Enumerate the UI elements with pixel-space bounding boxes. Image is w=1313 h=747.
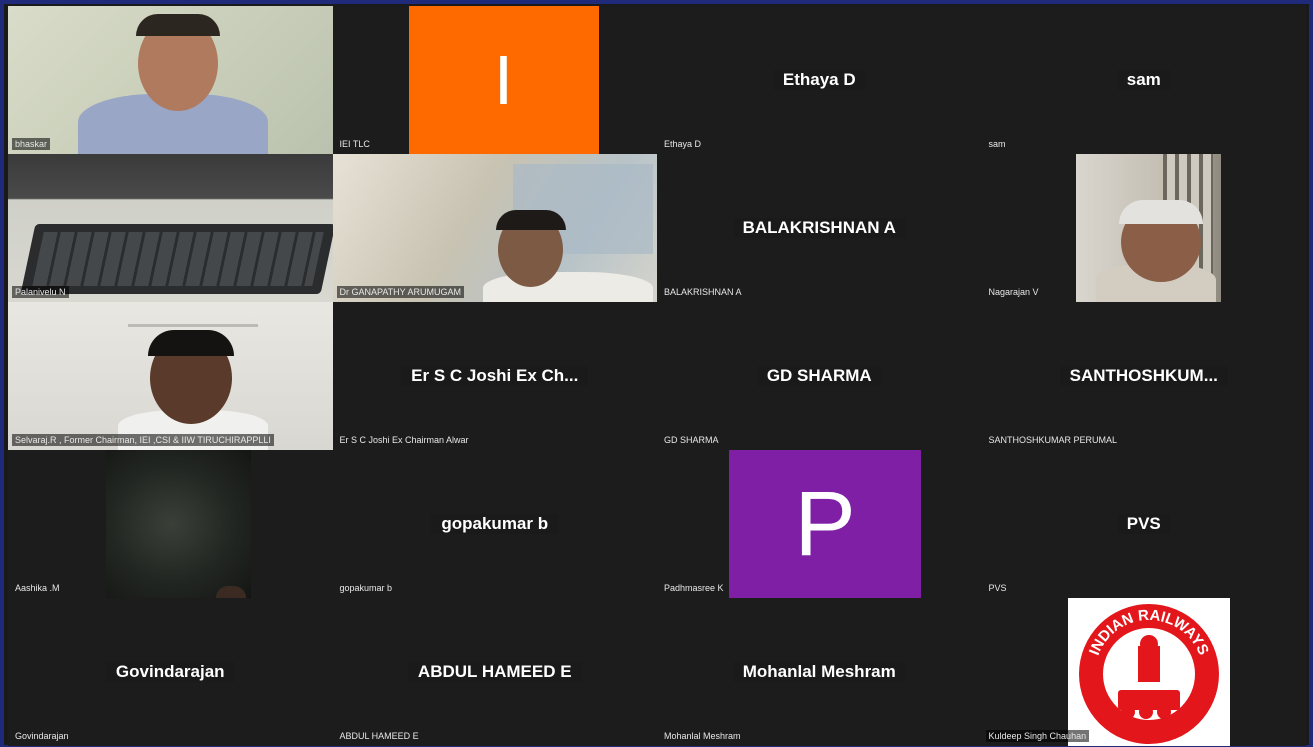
participant-tile-gopakumar-b[interactable]: gopakumar b gopakumar b (332, 450, 658, 598)
participant-name-label: Ethaya D (664, 139, 702, 149)
participant-display-name: GD SHARMA (657, 366, 982, 386)
participant-name-label: Mohanlal Meshram (664, 731, 741, 741)
participant-tile-mohanlal-meshram[interactable]: Mohanlal Meshram Mohanlal Meshram (657, 598, 982, 746)
participant-tile-abdul-hameed-e[interactable]: ABDUL HAMEED E ABDUL HAMEED E (332, 598, 658, 746)
participant-tile-selvaraj-r[interactable]: Selvaraj.R , Former Chairman, IEI ,CSI &… (8, 302, 333, 450)
participant-tile-pvs[interactable]: PVS PVS (981, 450, 1307, 598)
avatar: P (729, 450, 921, 598)
participant-display-name: Ethaya D (657, 70, 982, 90)
participant-name-label: Palanivelu N (12, 286, 69, 298)
profile-picture: INDIAN RAILWAYS (1067, 598, 1230, 746)
participant-name-label: ABDUL HAMEED E (339, 731, 419, 741)
participant-tile-gd-sharma[interactable]: GD SHARMA GD SHARMA (657, 302, 982, 450)
participant-name-label: PVS (988, 583, 1007, 593)
participant-tile-padhmasree-k[interactable]: P Padhmasree K (657, 450, 982, 598)
participant-tile-sam[interactable]: sam sam (981, 6, 1307, 154)
video-feed (106, 450, 251, 598)
participant-name-label: BALAKRISHNAN A (664, 287, 742, 297)
participant-tile-nagarajan-v[interactable]: Nagarajan V (981, 154, 1306, 302)
participant-tile-palanivelu-n[interactable]: Palanivelu N (8, 154, 333, 302)
video-feed (8, 6, 333, 154)
participant-tile-iei-tlc[interactable]: I IEI TLC (332, 6, 657, 154)
participant-name-label: SANTHOSHKUMAR PERUMAL (988, 435, 1118, 445)
participant-name-label: sam (988, 139, 1006, 149)
participant-name-label: Selvaraj.R , Former Chairman, IEI ,CSI &… (12, 434, 274, 446)
participant-name-label: bhaskar (12, 138, 51, 150)
participant-display-name: BALAKRISHNAN A (657, 218, 982, 238)
participant-grid: bhaskar I IEI TLC Ethaya D Ethaya D sam … (8, 6, 1306, 746)
participant-name-label: IEI TLC (339, 139, 370, 149)
participant-tile-bhaskar[interactable]: bhaskar (8, 6, 333, 154)
avatar-initial: P (794, 472, 856, 575)
participant-display-name: sam (982, 70, 1307, 90)
participant-display-name: Er S C Joshi Ex Ch... (333, 366, 658, 386)
participant-display-name: PVS (982, 514, 1307, 534)
participant-display-name: ABDUL HAMEED E (333, 662, 658, 682)
participant-name-label: Aashika .M (15, 583, 60, 593)
participant-display-name: Govindarajan (8, 662, 333, 682)
avatar-initial: I (493, 41, 514, 119)
video-feed (332, 154, 657, 302)
participant-display-name: SANTHOSHKUM... (982, 366, 1307, 386)
participant-display-name: gopakumar b (333, 514, 658, 534)
participant-name-label: Nagarajan V (988, 287, 1039, 297)
participant-tile-ethaya-d[interactable]: Ethaya D Ethaya D (657, 6, 982, 154)
participant-name-label: Kuldeep Singh Chauhan (985, 730, 1090, 742)
participant-display-name: Mohanlal Meshram (657, 662, 982, 682)
participant-tile-sc-joshi[interactable]: Er S C Joshi Ex Ch... Er S C Joshi Ex Ch… (332, 302, 658, 450)
participant-tile-ganapathy-arumugam[interactable]: Dr GANAPATHY ARUMUGAM (332, 154, 657, 302)
video-feed (1075, 154, 1221, 302)
video-feed (8, 302, 333, 450)
participant-tile-kuldeep-singh-chauhan[interactable]: INDIAN RAILWAYS Kuldeep Singh Chauhan (981, 598, 1306, 746)
video-feed (8, 154, 333, 302)
participant-name-label: Dr GANAPATHY ARUMUGAM (336, 286, 465, 298)
participant-tile-santhoshkumar-perumal[interactable]: SANTHOSHKUM... SANTHOSHKUMAR PERUMAL (981, 302, 1307, 450)
participant-tile-aashika-m[interactable]: Aashika .M (8, 450, 333, 598)
participant-tile-govindarajan[interactable]: Govindarajan Govindarajan (8, 598, 333, 746)
participant-name-label: Padhmasree K (664, 583, 724, 593)
avatar: I (408, 6, 599, 154)
participant-name-label: Govindarajan (15, 731, 69, 741)
participant-name-label: GD SHARMA (664, 435, 719, 445)
participant-name-label: gopakumar b (339, 583, 393, 593)
indian-railways-logo-icon: INDIAN RAILWAYS (1078, 604, 1219, 744)
participant-name-label: Er S C Joshi Ex Chairman Alwar (339, 435, 469, 445)
participant-tile-balakrishnan-a[interactable]: BALAKRISHNAN A BALAKRISHNAN A (657, 154, 982, 302)
